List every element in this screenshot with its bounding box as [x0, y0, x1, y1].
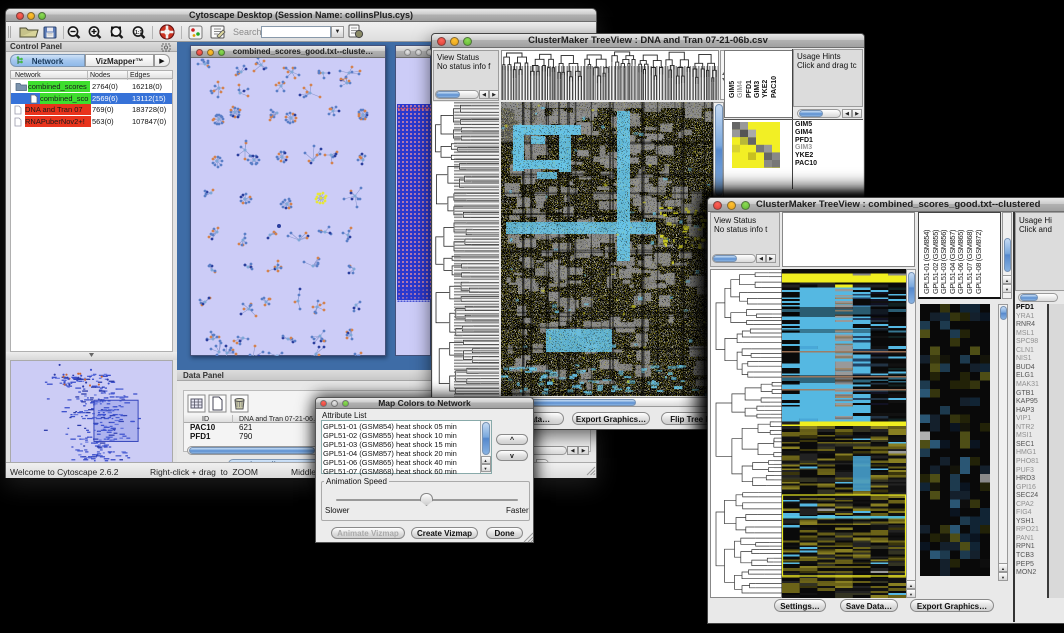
svg-text:1:1: 1:1 [135, 30, 142, 36]
svg-text:Search:: Search: [233, 27, 264, 37]
